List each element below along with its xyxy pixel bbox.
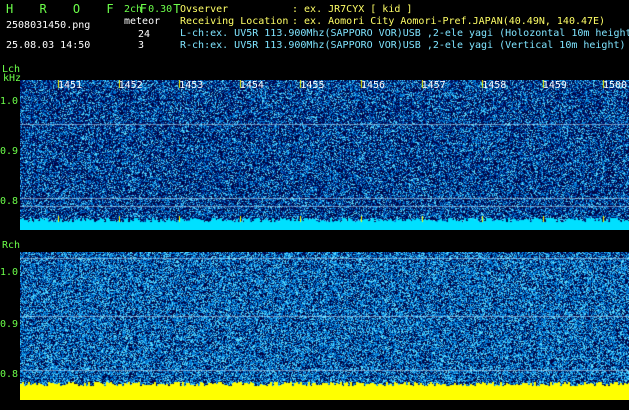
time-tick: 1459 — [542, 80, 567, 91]
lch-info: L-ch:ex. UV5R 113.900Mhz(SAPPORO VOR)USB… — [180, 28, 629, 39]
lch-spectrogram — [20, 80, 629, 230]
rch-label: Rch — [2, 240, 21, 251]
time-tick: 1456 — [361, 80, 386, 91]
rch-spectrogram — [20, 252, 629, 400]
location-value: : ex. Aomori City Aomori-Pref.JAPAN(40.4… — [292, 16, 606, 27]
location-label: Receiving Location — [180, 16, 289, 27]
observer-label: Ovserver — [180, 4, 229, 15]
count-rch: 3 — [138, 40, 145, 51]
lch-freq-0-9: 0.9 — [0, 146, 19, 157]
time-tick: 1454 — [239, 80, 264, 91]
time-tick: 1500 — [603, 80, 628, 91]
file-datetime: 25.08.03 14:50 — [6, 40, 91, 51]
rch-freq-0-8: 0.8 — [0, 369, 19, 380]
time-tick: 1451 — [58, 80, 83, 91]
rch-info: R-ch:ex. UV5R 113.900Mhz(SAPPORO VOR)USB… — [180, 40, 626, 51]
time-tick: 1458 — [482, 80, 507, 91]
rch-freq-1-0: 1.0 — [0, 267, 19, 278]
observer-value: : ex. JR7CYX [ kid ] — [292, 4, 413, 15]
time-tick: 1457 — [421, 80, 446, 91]
time-tick: 1452 — [118, 80, 143, 91]
time-tick: 1453 — [179, 80, 204, 91]
file-name: 2508031450.png — [6, 20, 91, 31]
lch-freq-0-8: 0.8 — [0, 196, 19, 207]
unit-label: kHz — [3, 73, 22, 84]
lch-freq-1-0: 1.0 — [0, 96, 19, 107]
channel-mode: 2ch 0.30 — [124, 4, 173, 15]
rch-freq-0-9: 0.9 — [0, 319, 19, 330]
time-tick: 1455 — [300, 80, 325, 91]
detect-type: meteor — [124, 16, 161, 27]
